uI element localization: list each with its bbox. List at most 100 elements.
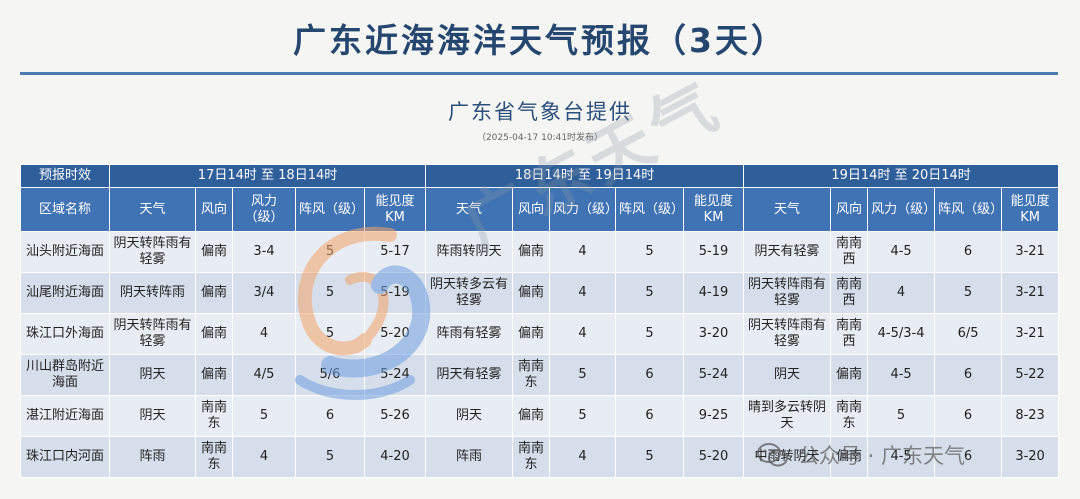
wind-force-cell: 4 xyxy=(549,313,617,355)
visibility-cell: 5-24 xyxy=(363,354,427,396)
period-header: 17日14时 至 18日14时 xyxy=(108,164,427,188)
weather-cell: 阴天转阵雨有轻雾 xyxy=(743,272,832,314)
weather-cell: 阴天转阵雨 xyxy=(109,272,196,314)
gust-cell: 6 xyxy=(615,395,685,437)
col-header-wind-direction: 风向 xyxy=(195,187,233,232)
wind-force-cell: 4 xyxy=(549,231,617,273)
weather-cell: 阴天 xyxy=(743,354,832,396)
wind-force-cell: 5 xyxy=(867,395,936,437)
region-name: 川山群岛附近海面 xyxy=(20,354,110,396)
region-name: 汕头附近海面 xyxy=(20,231,110,273)
wind-direction-cell: 南南东 xyxy=(512,436,551,478)
weather-cell: 中雨转阴天 xyxy=(743,436,832,478)
visibility-cell: 3-20 xyxy=(1001,436,1060,478)
wind-force-cell: 3/4 xyxy=(232,272,296,314)
wind-direction-cell: 偏南 xyxy=(512,272,551,314)
wind-direction-cell: 南南东 xyxy=(830,395,869,437)
visibility-cell: 5-20 xyxy=(683,436,745,478)
column-header-row: 区域名称 天气 风向 风力（级） 阵风（级） 能见度KM 天气 风向 风力（级）… xyxy=(20,187,1060,232)
wind-force-cell: 4-5 xyxy=(867,354,936,396)
wind-direction-cell: 偏南 xyxy=(830,354,869,396)
wind-direction-cell: 偏南 xyxy=(195,272,233,314)
gust-cell: 6/5 xyxy=(934,313,1003,355)
visibility-cell: 8-23 xyxy=(1001,395,1060,437)
wind-force-cell: 3-4 xyxy=(232,231,296,273)
visibility-cell: 3-21 xyxy=(1001,231,1060,273)
visibility-cell: 3-21 xyxy=(1001,272,1060,314)
region-name: 珠江口外海面 xyxy=(20,313,110,355)
wind-direction-cell: 偏南 xyxy=(195,231,233,273)
table-row: 珠江口内河面 阵雨 南南东 4 5 4-20 阵雨 南南东 4 5 5-20 中… xyxy=(20,436,1060,478)
table-row: 汕头附近海面 阴天转阵雨有轻雾 偏南 3-4 5 5-17 阵雨转阴天 偏南 4… xyxy=(20,231,1060,273)
table-row: 川山群岛附近海面 阴天 偏南 4/5 5/6 5-24 阴天有轻雾 南南东 5 … xyxy=(20,354,1060,396)
wind-force-cell: 4 xyxy=(867,272,936,314)
wind-force-cell: 5 xyxy=(232,395,296,437)
weather-cell: 阴天转阵雨有轻雾 xyxy=(109,313,196,355)
col-header-wind-direction: 风向 xyxy=(830,187,869,232)
table-row: 湛江附近海面 阴天 南南东 5 6 5-26 阴天 偏南 5 6 9-25 晴到… xyxy=(20,395,1060,437)
issue-time: （2025-04-17 10:41时发布） xyxy=(476,133,604,143)
period-label: 预报时效 xyxy=(20,164,110,188)
gust-cell: 5 xyxy=(295,231,365,273)
col-header-wind-force: 风力（级） xyxy=(232,187,296,232)
visibility-cell: 9-25 xyxy=(683,395,745,437)
period-row: 预报时效 17日14时 至 18日14时 18日14时 至 19日14时 19日… xyxy=(20,164,1060,188)
wind-force-cell: 4/5 xyxy=(232,354,296,396)
col-header-wind-direction: 风向 xyxy=(512,187,551,232)
visibility-cell: 4-20 xyxy=(363,436,427,478)
wind-force-cell: 4 xyxy=(549,436,617,478)
visibility-cell: 5-19 xyxy=(683,231,745,273)
table-row: 珠江口外海面 阴天转阵雨有轻雾 偏南 4 5 5-20 阵雨有轻雾 偏南 4 5… xyxy=(20,313,1060,355)
forecast-table: 预报时效 17日14时 至 18日14时 18日14时 至 19日14时 19日… xyxy=(20,164,1060,478)
gust-cell: 6 xyxy=(615,354,685,396)
gust-cell: 5/6 xyxy=(295,354,365,396)
wind-direction-cell: 偏南 xyxy=(512,231,551,273)
wind-direction-cell: 南南西 xyxy=(830,272,869,314)
weather-cell: 阵雨 xyxy=(425,436,514,478)
weather-cell: 阴天有轻雾 xyxy=(425,354,514,396)
col-header-weather: 天气 xyxy=(425,187,514,232)
col-header-gust: 阵风（级） xyxy=(295,187,365,232)
region-name: 汕尾附近海面 xyxy=(20,272,110,314)
col-header-weather: 天气 xyxy=(743,187,832,232)
gust-cell: 5 xyxy=(295,272,365,314)
wind-direction-cell: 南南东 xyxy=(512,354,551,396)
wind-force-cell: 4 xyxy=(232,436,296,478)
visibility-cell: 4-19 xyxy=(683,272,745,314)
gust-cell: 5 xyxy=(934,272,1003,314)
wind-force-cell: 5 xyxy=(549,354,617,396)
gust-cell: 5 xyxy=(615,231,685,273)
weather-cell: 阴天转阵雨有轻雾 xyxy=(743,313,832,355)
gust-cell: 5 xyxy=(615,436,685,478)
wind-direction-cell: 南南东 xyxy=(195,395,233,437)
visibility-cell: 5-24 xyxy=(683,354,745,396)
weather-cell: 阴天 xyxy=(425,395,514,437)
col-header-weather: 天气 xyxy=(109,187,196,232)
gust-cell: 5 xyxy=(615,272,685,314)
wind-direction-cell: 偏南 xyxy=(512,395,551,437)
period-header: 19日14时 至 20日14时 xyxy=(743,164,1060,188)
weather-cell: 阴天转多云有轻雾 xyxy=(425,272,514,314)
col-header-wind-force: 风力（级） xyxy=(549,187,617,232)
col-header-gust: 阵风（级） xyxy=(934,187,1003,232)
weather-cell: 阴天有轻雾 xyxy=(743,231,832,273)
gust-cell: 5 xyxy=(295,436,365,478)
wind-force-cell: 4 xyxy=(232,313,296,355)
wind-direction-cell: 南南西 xyxy=(830,313,869,355)
weather-cell: 阵雨有轻雾 xyxy=(425,313,514,355)
wind-direction-cell: 偏南 xyxy=(195,354,233,396)
gust-cell: 6 xyxy=(934,436,1003,478)
region-name: 珠江口内河面 xyxy=(20,436,110,478)
visibility-cell: 5-22 xyxy=(1001,354,1060,396)
weather-cell: 阴天转阵雨有轻雾 xyxy=(109,231,196,273)
region-name: 湛江附近海面 xyxy=(20,395,110,437)
weather-cell: 阴天 xyxy=(109,354,196,396)
wind-force-cell: 4-5 xyxy=(867,436,936,478)
wind-force-cell: 4-5 xyxy=(867,231,936,273)
visibility-cell: 3-20 xyxy=(683,313,745,355)
wind-force-cell: 4 xyxy=(549,272,617,314)
region-header: 区域名称 xyxy=(20,187,110,232)
col-header-wind-force: 风力（级） xyxy=(867,187,936,232)
weather-cell: 阵雨 xyxy=(109,436,196,478)
col-header-visibility: 能见度KM xyxy=(363,187,427,232)
